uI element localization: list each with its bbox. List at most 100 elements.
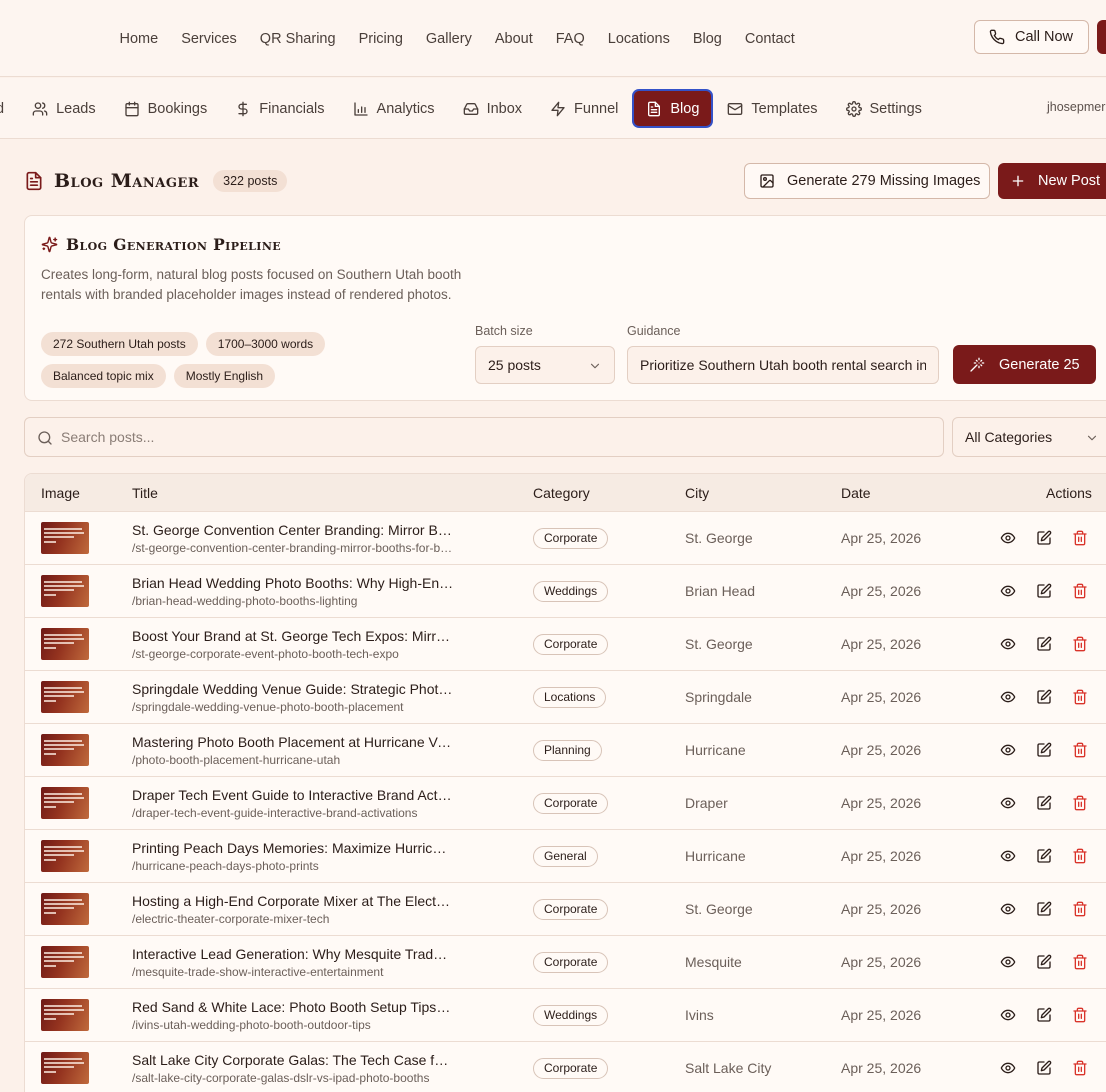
view-post-button[interactable]	[999, 582, 1017, 600]
post-slug: /st-george-corporate-event-photo-booth-t…	[132, 647, 399, 661]
batch-size-value: 25 posts	[488, 357, 541, 373]
admin-nav-item-bookings[interactable]: Bookings	[112, 91, 220, 126]
view-post-button[interactable]	[999, 741, 1017, 759]
post-title[interactable]: Red Sand & White Lace: Photo Booth Setup…	[132, 999, 454, 1015]
category-badge: Weddings	[533, 1005, 609, 1026]
nav-link-contact[interactable]: Contact	[733, 31, 806, 47]
admin-nav-item-blog[interactable]: Blog	[634, 91, 712, 126]
nav-link-blog[interactable]: Blog	[681, 31, 733, 47]
edit-post-button[interactable]	[1035, 1059, 1053, 1077]
edit-post-button[interactable]	[1035, 582, 1053, 600]
post-title[interactable]: Printing Peach Days Memories: Maximize H…	[132, 840, 454, 856]
admin-nav-item-leads[interactable]: Leads	[20, 91, 108, 126]
post-slug: /brian-head-wedding-photo-booths-lightin…	[132, 594, 358, 608]
edit-post-button[interactable]	[1035, 794, 1053, 812]
post-title[interactable]: Boost Your Brand at St. George Tech Expo…	[132, 628, 454, 644]
delete-post-button[interactable]	[1071, 1059, 1089, 1077]
admin-nav-item-settings[interactable]: Settings	[834, 91, 934, 126]
post-thumbnail	[41, 787, 89, 819]
book-now-button[interactable]	[1097, 20, 1106, 54]
batch-size-select[interactable]: 25 posts	[475, 346, 615, 384]
delete-post-button[interactable]	[1071, 529, 1089, 547]
edit-post-button[interactable]	[1035, 688, 1053, 706]
nav-link-about[interactable]: About	[483, 31, 544, 47]
edit-post-button[interactable]	[1035, 953, 1053, 971]
category-badge: Corporate	[533, 634, 609, 655]
view-post-button[interactable]	[999, 1006, 1017, 1024]
generate-missing-images-button[interactable]: Generate 279 Missing Images	[744, 163, 990, 199]
view-post-button[interactable]	[999, 794, 1017, 812]
view-post-button[interactable]	[999, 635, 1017, 653]
nav-link-faq[interactable]: FAQ	[544, 31, 596, 47]
category-filter-select[interactable]: All Categories	[952, 417, 1106, 457]
search-input[interactable]	[61, 418, 931, 456]
edit-post-button[interactable]	[1035, 1006, 1053, 1024]
post-title[interactable]: Salt Lake City Corporate Galas: The Tech…	[132, 1052, 454, 1068]
post-city: Ivins	[685, 1007, 714, 1023]
edit-post-button[interactable]	[1035, 847, 1053, 865]
post-title[interactable]: Brian Head Wedding Photo Booths: Why Hig…	[132, 575, 454, 591]
view-post-button[interactable]	[999, 953, 1017, 971]
delete-post-button[interactable]	[1071, 582, 1089, 600]
admin-nav-item-d[interactable]: d	[0, 91, 16, 126]
new-post-button[interactable]: New Post	[998, 163, 1106, 199]
admin-navigation: d Leads Bookings Financials Analytics Inbox Fu…	[0, 78, 1106, 139]
trash-icon	[1073, 795, 1087, 811]
thumbnail-text-line	[44, 1018, 56, 1020]
delete-post-button[interactable]	[1071, 741, 1089, 759]
edit-post-button[interactable]	[1035, 741, 1053, 759]
post-title[interactable]: Draper Tech Event Guide to Interactive B…	[132, 787, 454, 803]
delete-post-button[interactable]	[1071, 847, 1089, 865]
post-title[interactable]: Hosting a High-End Corporate Mixer at Th…	[132, 893, 454, 909]
table-row: Mastering Photo Booth Placement at Hurri…	[25, 724, 1106, 777]
post-slug: /photo-booth-placement-hurricane-utah	[132, 753, 341, 767]
eye-icon	[1000, 691, 1016, 703]
delete-post-button[interactable]	[1071, 688, 1089, 706]
nav-link-qr-sharing[interactable]: QR Sharing	[248, 31, 347, 47]
trash-icon	[1073, 848, 1087, 864]
post-title[interactable]: Mastering Photo Booth Placement at Hurri…	[132, 734, 454, 750]
thumbnail-text-line	[44, 740, 82, 742]
post-thumbnail	[41, 840, 89, 872]
delete-post-button[interactable]	[1071, 635, 1089, 653]
posts-table: Image Title Category City Date Actions S…	[24, 473, 1106, 1092]
post-slug: /mesquite-trade-show-interactive-enterta…	[132, 965, 384, 979]
trash-icon	[1073, 742, 1087, 758]
post-title[interactable]: Springdale Wedding Venue Guide: Strategi…	[132, 681, 454, 697]
admin-nav-item-funnel[interactable]: Funnel	[538, 91, 630, 126]
admin-nav-item-financials[interactable]: Financials	[223, 91, 336, 126]
delete-post-button[interactable]	[1071, 794, 1089, 812]
admin-nav-item-analytics[interactable]: Analytics	[341, 91, 447, 126]
nav-link-gallery[interactable]: Gallery	[414, 31, 483, 47]
nav-link-pricing[interactable]: Pricing	[347, 31, 414, 47]
post-title[interactable]: St. George Convention Center Branding: M…	[132, 522, 454, 538]
admin-nav-item-inbox[interactable]: Inbox	[451, 91, 534, 126]
phone-icon	[989, 29, 1005, 45]
delete-post-button[interactable]	[1071, 953, 1089, 971]
dollar-icon	[238, 101, 248, 116]
view-post-button[interactable]	[999, 847, 1017, 865]
view-post-button[interactable]	[999, 688, 1017, 706]
thumbnail-text-line	[44, 846, 82, 848]
view-post-button[interactable]	[999, 900, 1017, 918]
nav-link-services[interactable]: Services	[170, 31, 249, 47]
admin-nav-item-templates[interactable]: Templates	[715, 91, 829, 126]
nav-link-locations[interactable]: Locations	[596, 31, 681, 47]
trash-icon	[1073, 689, 1087, 705]
edit-post-button[interactable]	[1035, 635, 1053, 653]
edit-post-button[interactable]	[1035, 529, 1053, 547]
generate-posts-button[interactable]: Generate 25	[953, 345, 1096, 384]
post-date: Apr 25, 2026	[841, 583, 922, 599]
view-post-button[interactable]	[999, 1059, 1017, 1077]
nav-link-home[interactable]: Home	[108, 31, 170, 47]
post-title[interactable]: Interactive Lead Generation: Why Mesquit…	[132, 946, 454, 962]
edit-post-button[interactable]	[1035, 900, 1053, 918]
mail-icon	[728, 102, 743, 115]
bar-chart-icon	[353, 101, 368, 116]
delete-post-button[interactable]	[1071, 1006, 1089, 1024]
delete-post-button[interactable]	[1071, 900, 1089, 918]
post-thumbnail	[41, 522, 89, 554]
view-post-button[interactable]	[999, 529, 1017, 547]
call-now-button[interactable]: Call Now	[974, 20, 1089, 54]
guidance-input[interactable]	[627, 346, 939, 384]
